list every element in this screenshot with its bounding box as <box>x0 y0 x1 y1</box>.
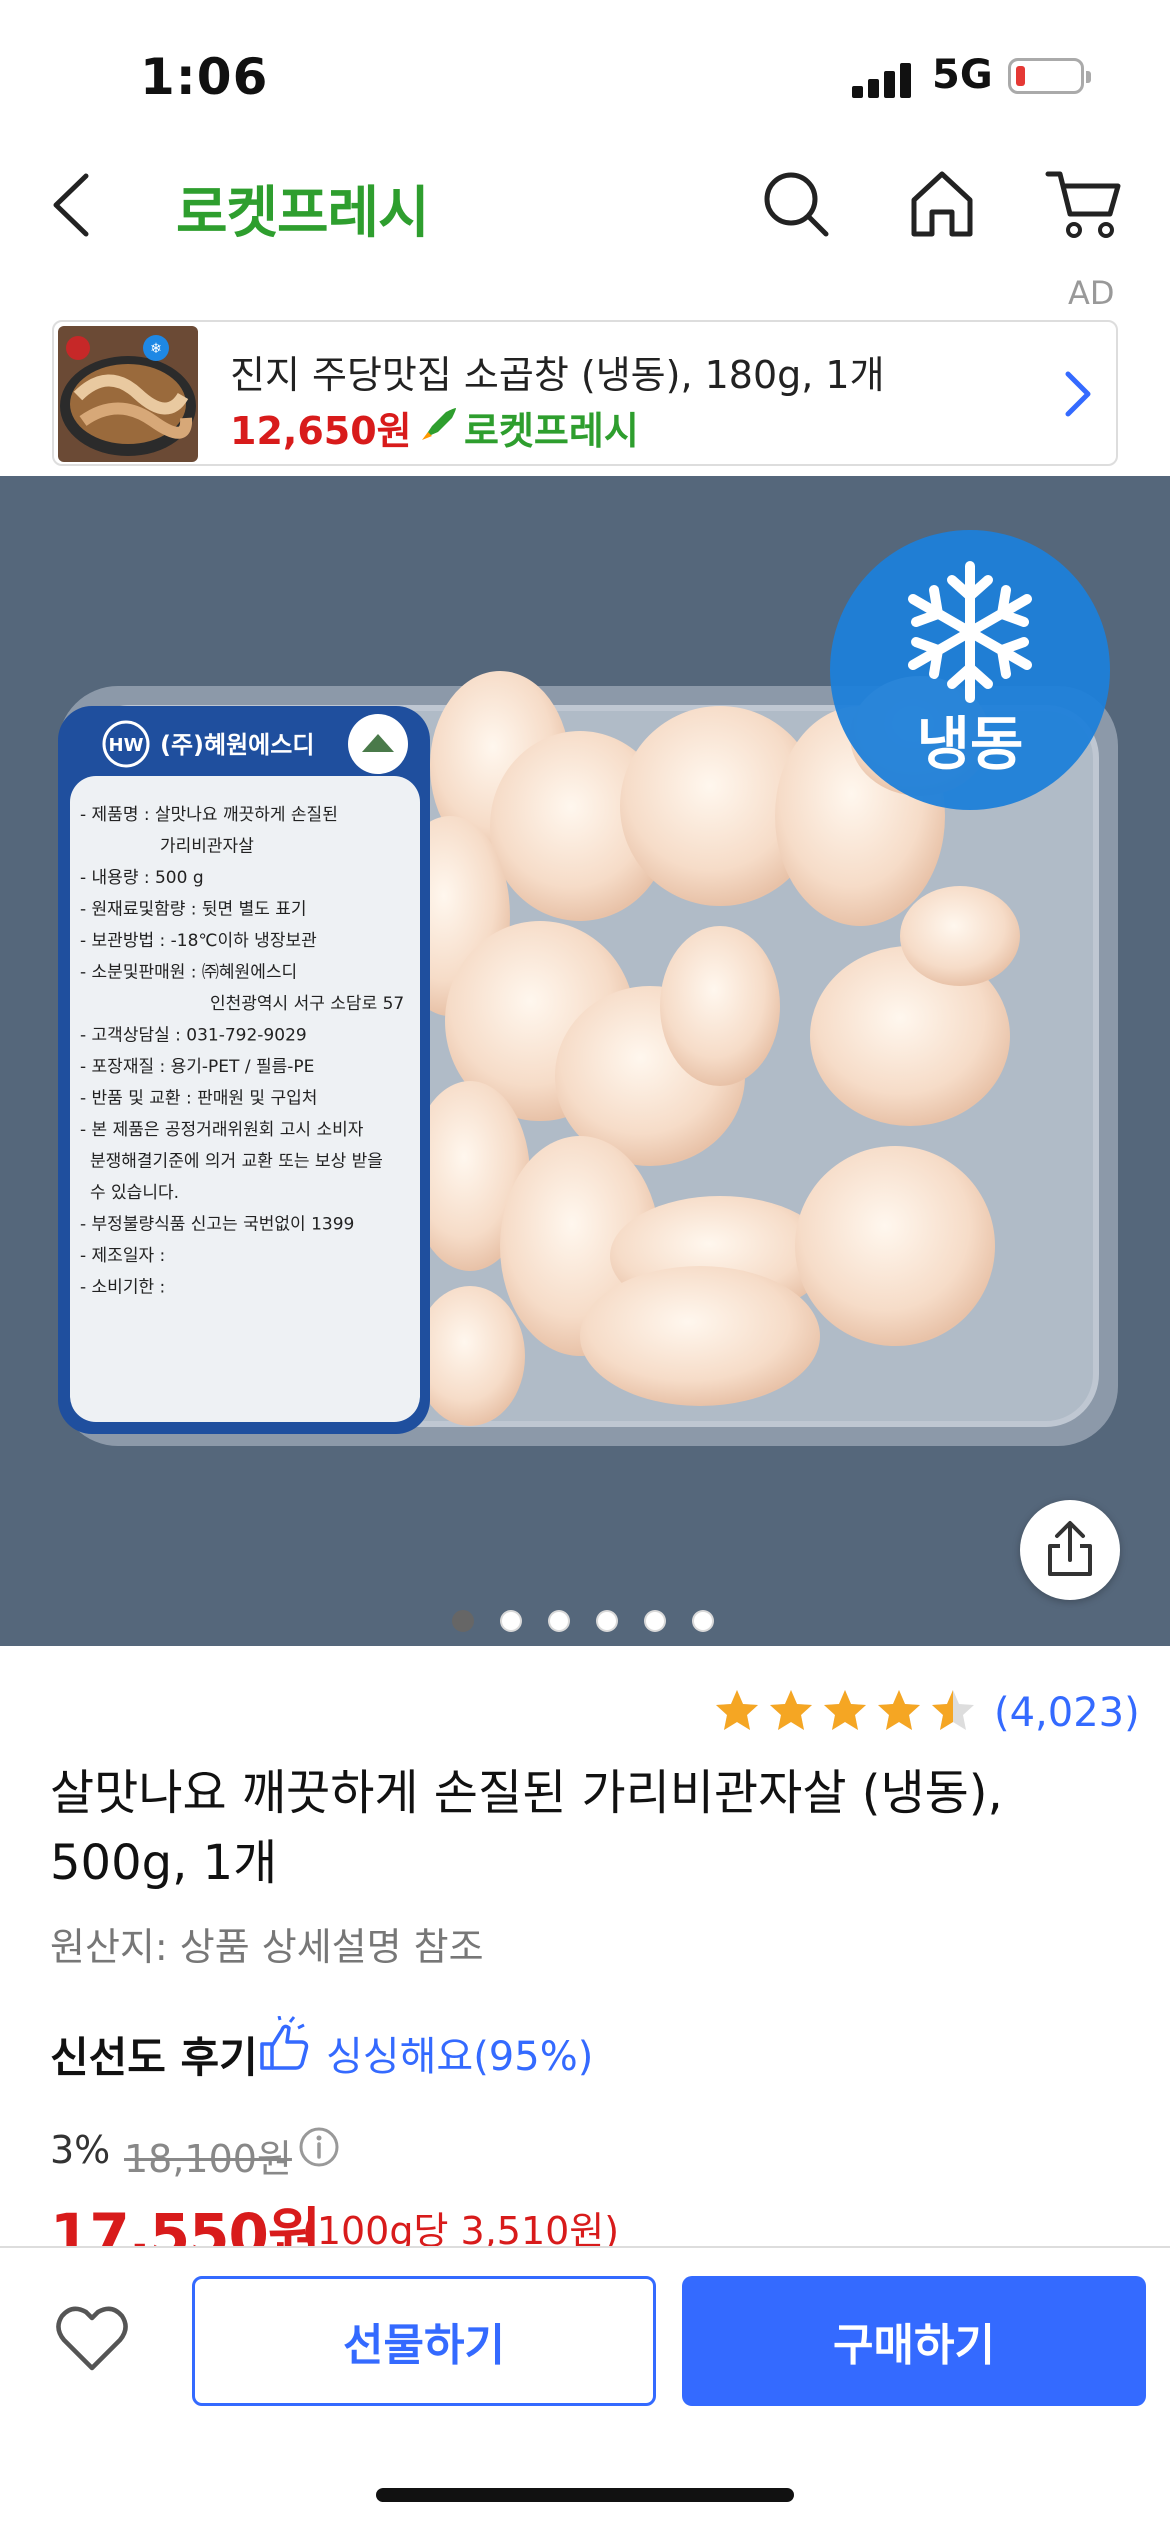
ad-title: 진지 주당맛집 소곱창 (냉동), 180g, 1개 <box>230 353 885 397</box>
info-icon[interactable] <box>298 2126 340 2168</box>
pagination-dot[interactable] <box>596 1610 618 1632</box>
cart-icon <box>1045 171 1121 238</box>
search-icon <box>764 172 829 237</box>
cart-button[interactable] <box>1044 166 1124 242</box>
network-label: 5G <box>932 52 993 98</box>
package-label-line: 가리비관자살 <box>160 837 254 857</box>
home-indicator <box>376 2488 794 2502</box>
package-label-line: - 제조일자 : <box>80 1246 165 1266</box>
signal-icon <box>852 62 914 98</box>
star-icon <box>878 1690 920 1730</box>
wishlist-button[interactable] <box>54 2304 130 2374</box>
freshness-value[interactable]: 싱싱해요(95%) <box>326 2024 593 2082</box>
buy-button[interactable]: 구매하기 <box>682 2276 1146 2406</box>
package-label-line: 분쟁해결기준에 의거 교환 또는 보상 받을 <box>90 1152 383 1172</box>
package-label-line: - 원재료및함량 : 뒷면 별도 표기 <box>80 900 307 920</box>
package-label-line: - 고객상담실 : 031-792-9029 <box>80 1026 307 1046</box>
page-title: 로켓프레시 <box>176 181 430 246</box>
pagination-dot[interactable] <box>548 1610 570 1632</box>
package-label-line: - 제품명 : 살맛나요 깨끗하게 손질된 <box>80 805 338 825</box>
frozen-badge: 냉동 <box>917 710 1024 778</box>
ad-label: AD <box>1068 274 1115 312</box>
battery-icon <box>1008 58 1091 94</box>
heart-icon <box>56 2306 128 2371</box>
package-label-line: - 본 제품은 공정거래위원회 고시 소비자 <box>80 1120 364 1140</box>
original-price: 18,100원 <box>124 2137 292 2181</box>
search-button[interactable] <box>760 168 832 240</box>
package-label-line: - 소비기한 : <box>80 1278 165 1298</box>
package-label-line: - 부정불량식품 신고는 국번없이 1399 <box>80 1215 354 1235</box>
rating-count[interactable]: (4,023) <box>994 1690 1140 1736</box>
discount-rate: 3% <box>50 2128 111 2172</box>
ad-price: 12,650원 <box>230 409 412 453</box>
thumbs-up-icon <box>260 2016 309 2070</box>
package-label-line: 인천광역시 서구 소담로 57 <box>210 994 404 1014</box>
back-icon <box>53 173 89 237</box>
ad-banner[interactable]: ❄ 진지 주당맛집 소곱창 (냉동), 180g, 1개 12,650원 로켓프… <box>52 320 1118 466</box>
product-origin: 원산지: 상품 상세설명 참조 <box>50 1925 484 1969</box>
svg-text:❄: ❄ <box>150 341 162 357</box>
star-icon <box>716 1690 758 1730</box>
product-image[interactable]: HW (주)혜원에스디 - 제품명 : 살맛나요 깨끗하게 손질된가리비관자살 -… <box>0 476 1170 1646</box>
package-label-line: - 반품 및 교환 : 판매원 및 구입처 <box>80 1089 317 1109</box>
share-button[interactable] <box>1020 1500 1120 1600</box>
status-bar: 1:06 5G <box>0 0 1170 150</box>
star-icon <box>824 1690 866 1730</box>
ad-thumbnail: ❄ <box>58 326 198 462</box>
chevron-right-icon <box>1065 371 1091 417</box>
pagination-dot[interactable] <box>692 1610 714 1632</box>
pagination-dot[interactable] <box>644 1610 666 1632</box>
status-time: 1:06 <box>140 48 269 106</box>
freshness-label: 신선도 후기 <box>50 2033 258 2082</box>
star-icon <box>932 1690 974 1730</box>
package-label-line: - 포장재질 : 용기-PET / 필름-PE <box>80 1057 314 1077</box>
share-icon <box>1048 1521 1092 1576</box>
package-label-line: 수 있습니다. <box>90 1183 179 1203</box>
package-logo: HW <box>109 735 144 756</box>
ad-rocket-badge: 로켓프레시 <box>464 409 639 453</box>
gift-button[interactable]: 선물하기 <box>192 2276 656 2406</box>
package-label-line: - 보관방법 : -18℃이하 냉장보관 <box>80 931 317 951</box>
pagination-dot[interactable] <box>500 1610 522 1632</box>
home-button[interactable] <box>906 166 978 240</box>
product-title: 살맛나요 깨끗하게 손질된 가리비관자살 (냉동), 500g, 1개 <box>50 1765 1003 1891</box>
product-photo: HW (주)혜원에스디 - 제품명 : 살맛나요 깨끗하게 손질된가리비관자살 -… <box>0 476 1170 1646</box>
package-label-line: - 내용량 : 500 g <box>80 868 204 888</box>
package-brand: (주)혜원에스디 <box>160 731 314 759</box>
home-icon <box>911 171 973 237</box>
back-button[interactable] <box>44 168 100 242</box>
package-label-line: - 소분및판매원 : ㈜혜원에스디 <box>80 963 297 983</box>
star-icon <box>770 1690 812 1730</box>
pagination-dot[interactable] <box>452 1610 474 1632</box>
rocket-icon <box>422 408 456 440</box>
